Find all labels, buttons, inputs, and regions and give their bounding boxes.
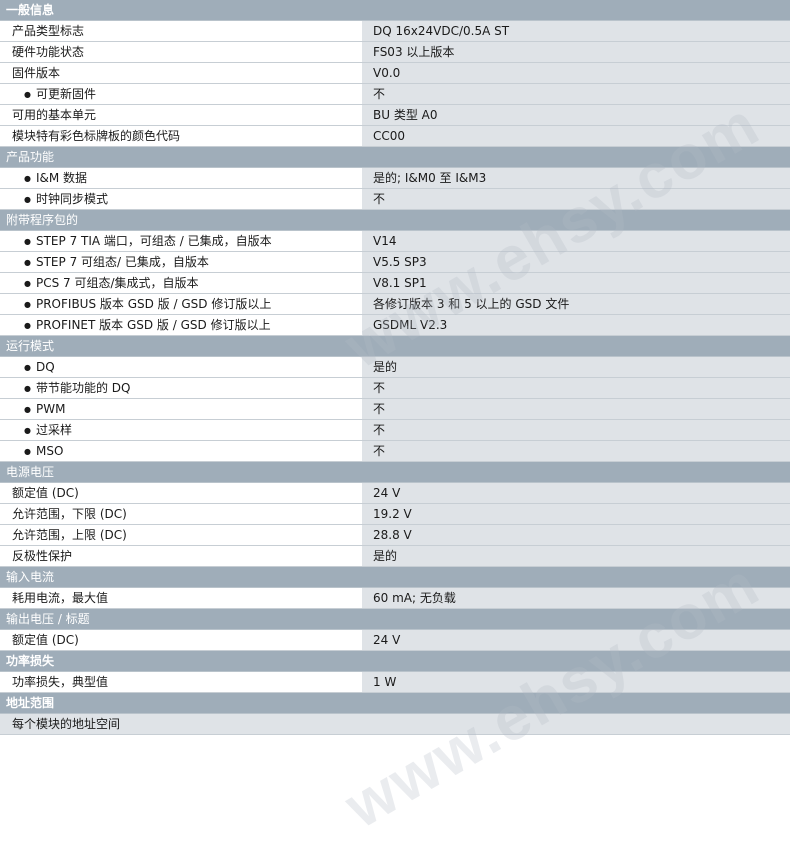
section-header: 功率损失 xyxy=(0,651,790,672)
spec-value: V5.5 SP3 xyxy=(361,252,790,272)
spec-row: 硬件功能状态 FS03 以上版本 xyxy=(0,42,790,63)
spec-row: 每个模块的地址空间 xyxy=(0,714,790,735)
section-header: 一般信息 xyxy=(0,0,790,21)
spec-label: 硬件功能状态 xyxy=(0,42,361,62)
spec-value: BU 类型 A0 xyxy=(361,105,790,125)
spec-row: MSO不 xyxy=(0,441,790,462)
spec-value: 不 xyxy=(361,189,790,209)
spec-value: 60 mA; 无负载 xyxy=(361,588,790,608)
spec-row: 带节能功能的 DQ不 xyxy=(0,378,790,399)
spec-value: V0.0 xyxy=(361,63,790,83)
spec-row: 固件版本 V0.0 xyxy=(0,63,790,84)
spec-label: 功率损失，典型值 xyxy=(0,672,361,692)
spec-row: 允许范围，下限 (DC) 19.2 V xyxy=(0,504,790,525)
spec-label: 耗用电流，最大值 xyxy=(0,588,361,608)
spec-table: 一般信息产品类型标志 DQ 16x24VDC/0.5A ST 硬件功能状态 FS03 … xyxy=(0,0,790,842)
section-header: 附带程序包的 xyxy=(0,210,790,231)
spec-row: 耗用电流，最大值 60 mA; 无负载 xyxy=(0,588,790,609)
spec-row: PROFIBUS 版本 GSD 版 / GSD 修订版以上各修订版本 3 和 5… xyxy=(0,294,790,315)
section-title: 运行模式 xyxy=(6,339,55,353)
section-header: 运行模式 xyxy=(0,336,790,357)
spec-value: V8.1 SP1 xyxy=(361,273,790,293)
spec-value: 是的 xyxy=(361,546,790,566)
spec-label: 时钟同步模式 xyxy=(0,189,361,209)
spec-label: MSO xyxy=(0,441,361,461)
spec-row: 时钟同步模式不 xyxy=(0,189,790,210)
spec-value: 不 xyxy=(361,441,790,461)
spec-label: PWM xyxy=(0,399,361,419)
spec-row: 额定值 (DC) 24 V xyxy=(0,483,790,504)
spec-label: I&M 数据 xyxy=(0,168,361,188)
spec-row: 产品类型标志 DQ 16x24VDC/0.5A ST xyxy=(0,21,790,42)
section-header: 电源电压 xyxy=(0,462,790,483)
section-header: 产品功能 xyxy=(0,147,790,168)
spec-label: 模块特有彩色标牌板的颜色代码 xyxy=(0,126,361,146)
spec-value: 是的 xyxy=(361,357,790,377)
spec-row: 可更新固件不 xyxy=(0,84,790,105)
spec-value: 28.8 V xyxy=(361,525,790,545)
spec-label: STEP 7 TIA 端口，可组态 / 已集成，自版本 xyxy=(0,231,361,251)
spec-value: 24 V xyxy=(361,630,790,650)
spec-value: CC00 xyxy=(361,126,790,146)
spec-label: 允许范围，下限 (DC) xyxy=(0,504,361,524)
spec-row: 功率损失，典型值 1 W xyxy=(0,672,790,693)
section-title: 产品功能 xyxy=(6,150,55,164)
spec-value: 24 V xyxy=(361,483,790,503)
spec-row: DQ是的 xyxy=(0,357,790,378)
spec-label: 每个模块的地址空间 xyxy=(0,714,790,734)
spec-row: PCS 7 可组态/集成式，自版本V8.1 SP1 xyxy=(0,273,790,294)
spec-row: 反极性保护 是的 xyxy=(0,546,790,567)
spec-row: STEP 7 可组态/ 已集成，自版本V5.5 SP3 xyxy=(0,252,790,273)
section-title: 一般信息 xyxy=(6,3,55,17)
spec-row: I&M 数据是的; I&M0 至 I&M3 xyxy=(0,168,790,189)
spec-value: 不 xyxy=(361,378,790,398)
spec-row: 模块特有彩色标牌板的颜色代码 CC00 xyxy=(0,126,790,147)
spec-row: PWM不 xyxy=(0,399,790,420)
section-title: 附带程序包的 xyxy=(6,213,79,227)
spec-label: 可更新固件 xyxy=(0,84,361,104)
spec-label: PROFINET 版本 GSD 版 / GSD 修订版以上 xyxy=(0,315,361,335)
spec-row: 允许范围，上限 (DC) 28.8 V xyxy=(0,525,790,546)
spec-label: 额定值 (DC) xyxy=(0,630,361,650)
section-title: 输出电压 / 标题 xyxy=(6,612,90,626)
spec-row: STEP 7 TIA 端口，可组态 / 已集成，自版本V14 xyxy=(0,231,790,252)
spec-label: STEP 7 可组态/ 已集成，自版本 xyxy=(0,252,361,272)
spec-value: 各修订版本 3 和 5 以上的 GSD 文件 xyxy=(361,294,790,314)
spec-value: FS03 以上版本 xyxy=(361,42,790,62)
spec-label: 允许范围，上限 (DC) xyxy=(0,525,361,545)
spec-value: 不 xyxy=(361,84,790,104)
spec-label: DQ xyxy=(0,357,361,377)
spec-label: PCS 7 可组态/集成式，自版本 xyxy=(0,273,361,293)
section-title: 功率损失 xyxy=(6,654,55,668)
spec-label: PROFIBUS 版本 GSD 版 / GSD 修订版以上 xyxy=(0,294,361,314)
section-header: 地址范围 xyxy=(0,693,790,714)
spec-label: 带节能功能的 DQ xyxy=(0,378,361,398)
spec-value: GSDML V2.3 xyxy=(361,315,790,335)
spec-label: 额定值 (DC) xyxy=(0,483,361,503)
spec-label: 反极性保护 xyxy=(0,546,361,566)
spec-label: 过采样 xyxy=(0,420,361,440)
section-title: 地址范围 xyxy=(6,696,55,710)
spec-value: 19.2 V xyxy=(361,504,790,524)
section-header: 输入电流 xyxy=(0,567,790,588)
spec-label: 固件版本 xyxy=(0,63,361,83)
spec-row: PROFINET 版本 GSD 版 / GSD 修订版以上GSDML V2.3 xyxy=(0,315,790,336)
spec-row: 可用的基本单元 BU 类型 A0 xyxy=(0,105,790,126)
spec-row: 额定值 (DC) 24 V xyxy=(0,630,790,651)
spec-value: 不 xyxy=(361,399,790,419)
spec-value: V14 xyxy=(361,231,790,251)
spec-value: 是的; I&M0 至 I&M3 xyxy=(361,168,790,188)
section-title: 电源电压 xyxy=(6,465,55,479)
section-header: 输出电压 / 标题 xyxy=(0,609,790,630)
spec-label: 产品类型标志 xyxy=(0,21,361,41)
spec-value: 不 xyxy=(361,420,790,440)
spec-value: 1 W xyxy=(361,672,790,692)
spec-value: DQ 16x24VDC/0.5A ST xyxy=(361,21,790,41)
spec-label: 可用的基本单元 xyxy=(0,105,361,125)
section-title: 输入电流 xyxy=(6,570,55,584)
spec-row: 过采样不 xyxy=(0,420,790,441)
